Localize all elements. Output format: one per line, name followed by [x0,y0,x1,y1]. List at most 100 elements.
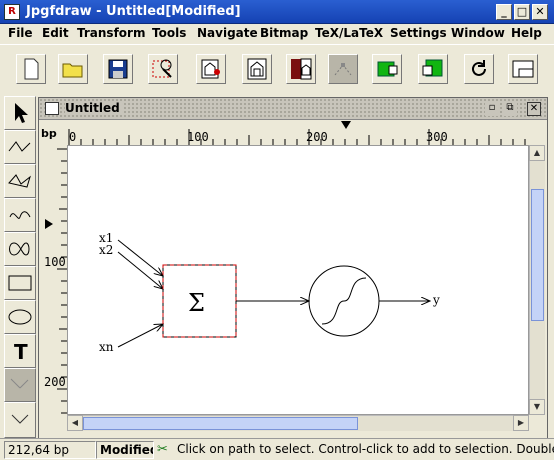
menu-edit[interactable]: Edit [42,26,69,40]
green-object-arrow-icon [422,59,443,77]
image-button-1[interactable] [196,54,226,84]
green-object-arrow-button[interactable] [418,54,448,84]
open-button[interactable] [58,54,88,84]
application-window: R Jpgfdraw - Untitled[Modified] _ □ ✕ Fi… [0,0,554,460]
closed-curve-icon [9,242,30,256]
ruler-unit: bp [41,127,57,140]
status-hint-icon: ✂ [157,442,168,457]
rectangle-icon [8,275,32,291]
chevron-down-icon [11,414,29,424]
title-bar[interactable]: R Jpgfdraw - Untitled[Modified] _ □ ✕ [0,0,554,24]
ruler-corner: bp [39,121,67,145]
document-frame: Untitled ▫ ⧉ ✕ bp 0 100 200 300 100 200 [38,97,548,441]
vertical-ruler: 100 200 [39,145,67,415]
scroll-down-icon[interactable]: ▼ [529,399,545,415]
frame-close-icon[interactable]: ✕ [527,102,541,116]
open-folder-icon [62,63,83,78]
scroll-right-icon[interactable]: ▶ [513,415,529,431]
drawing-canvas[interactable]: x1 x2 xn Σ y [67,145,529,415]
horizontal-scroll-thumb[interactable] [83,417,358,430]
menu-settings[interactable]: Settings [390,26,447,40]
input-label-xn: xn [99,340,114,354]
hruler-label-100: 100 [187,130,209,144]
vertical-scrollbar[interactable]: ▲ ▼ [529,145,545,415]
select-rectangle-icon [152,59,172,78]
ellipse-tool-button[interactable] [4,300,36,334]
ellipse-icon [8,309,32,325]
select-arrow-icon [15,103,28,123]
input-label-x2: x2 [99,243,113,257]
menu-tools[interactable]: Tools [152,26,186,40]
input-arrow-xn[interactable] [117,324,163,348]
close-icon[interactable]: ✕ [532,4,548,20]
menu-help[interactable]: Help [511,26,542,40]
frame-restore-icon[interactable]: ⧉ [503,102,517,116]
closed-line-icon [8,174,31,188]
document-title-bar[interactable]: Untitled ▫ ⧉ ✕ [39,98,547,120]
image-icon [201,59,220,79]
menu-navigate[interactable]: Navigate [197,26,258,40]
status-bar: 212,64 bp Modified ✂ Click on path to se… [0,438,554,460]
rotate-button[interactable] [464,54,494,84]
open-line-tool-button[interactable] [4,130,36,164]
sigmoid-curve [321,277,367,325]
rotate-icon [472,60,486,76]
rectangle-tool-button[interactable] [4,266,36,300]
text-tool-button[interactable]: T [4,334,36,368]
tool-palette: T [4,96,36,438]
select-area-button[interactable] [148,54,178,84]
curve-tool-button[interactable] [4,198,36,232]
document-icon [45,102,59,115]
maximize-icon[interactable]: □ [514,4,530,20]
vruler-label-200: 200 [44,375,66,389]
palette-more-button[interactable] [4,402,36,438]
edit-path-button[interactable] [328,54,358,84]
open-line-icon [8,141,31,152]
horizontal-scrollbar[interactable]: ◀ ▶ [67,415,529,431]
image-red-icon [291,58,312,80]
menu-bitmap[interactable]: Bitmap [260,26,308,40]
image-button-3[interactable] [286,54,316,84]
frame-iconify-icon[interactable]: ▫ [485,102,499,116]
hruler-label-0: 0 [69,130,77,144]
image-dark-icon [247,58,267,80]
document-title: Untitled [65,101,124,115]
closed-line-tool-button[interactable] [4,164,36,198]
hruler-label-200: 200 [306,130,328,144]
math-text-tool-button[interactable] [4,368,36,402]
image-button-2[interactable] [242,54,272,84]
horizontal-ruler: 0 100 200 300 [67,121,529,145]
save-button[interactable] [103,54,133,84]
sum-symbol: Σ [188,289,205,317]
select-tool-button[interactable] [4,96,36,130]
green-object-button[interactable] [372,54,402,84]
new-icon [24,58,39,80]
hruler-marker-icon [341,121,351,129]
menu-file[interactable]: File [8,26,33,40]
curve-icon [9,211,31,219]
menu-transform[interactable]: Transform [77,26,145,40]
frame-button[interactable] [508,54,538,84]
scroll-up-icon[interactable]: ▲ [529,145,545,161]
hruler-label-300: 300 [426,130,448,144]
green-object-icon [377,61,398,77]
vruler-label-100: 100 [44,255,66,269]
text-tool-icon: T [14,340,28,363]
neuron-diagram: x1 x2 xn Σ y [99,231,440,354]
menu-tex-latex[interactable]: TeX/LaTeX [315,26,383,40]
menu-window[interactable]: Window [451,26,505,40]
minimize-icon[interactable]: _ [496,4,512,20]
app-icon: R [4,4,20,20]
save-disk-icon [108,59,128,79]
horizontal-ruler-ticks [68,129,526,145]
toolbar [0,44,554,96]
status-coordinates: 212,64 bp [4,441,96,459]
scroll-left-icon[interactable]: ◀ [67,415,83,431]
edit-path-icon [334,63,352,76]
closed-curve-tool-button[interactable] [4,232,36,266]
math-text-icon [10,378,29,389]
vertical-scroll-thumb[interactable] [531,189,544,321]
window-title: Jpgfdraw - Untitled[Modified] [26,4,241,19]
new-button[interactable] [16,54,46,84]
menu-bar: File Edit Transform Tools Navigate Bitma… [0,24,554,44]
